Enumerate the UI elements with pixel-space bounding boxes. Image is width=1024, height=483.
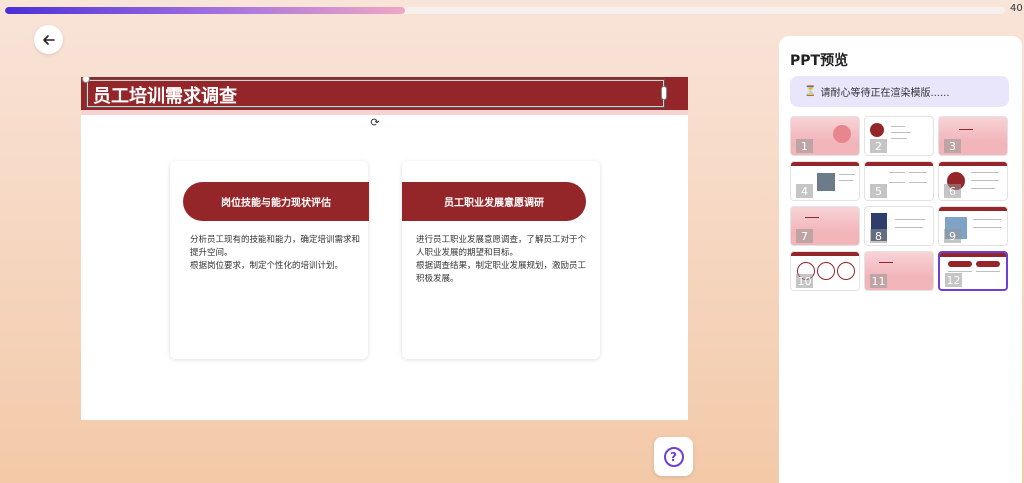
thumbnail-number: 1 bbox=[796, 139, 813, 153]
thumbnail-number: 9 bbox=[944, 229, 961, 243]
thumbnail-number: 8 bbox=[870, 229, 887, 243]
card-paragraph: 根据调查结果，制定职业发展规划，激励员工积极发展。 bbox=[416, 261, 587, 284]
question-icon: ? bbox=[663, 446, 684, 467]
slide-thumbnail[interactable]: 5 bbox=[864, 161, 934, 201]
slide-thumbnail[interactable]: 1 bbox=[790, 116, 860, 156]
progress-fill bbox=[5, 7, 405, 14]
slide-thumbnail-selected[interactable]: 12 bbox=[938, 251, 1008, 291]
hourglass-icon: ⏳ bbox=[804, 86, 817, 97]
card-body: 分析员工现有的技能和能力，确定培训需求和提升空间。 根据岗位要求，制定个性化的培… bbox=[190, 234, 365, 273]
card-body: 进行员工职业发展意愿调查，了解员工对于个人职业发展的期望和目标。 根据调查结果，… bbox=[416, 234, 592, 286]
slide-thumbnail[interactable]: 10 bbox=[790, 251, 860, 291]
slide-thumbnail[interactable]: 7 bbox=[790, 206, 860, 246]
slide-thumbnail[interactable]: 6 bbox=[938, 161, 1008, 201]
slide-thumbnail[interactable]: 3 bbox=[938, 116, 1008, 156]
arrow-left-icon bbox=[42, 34, 55, 45]
help-button[interactable]: ? bbox=[654, 437, 693, 476]
rotate-icon[interactable]: ⟳ bbox=[369, 117, 381, 129]
thumbnail-number: 11 bbox=[870, 274, 887, 288]
render-status-text: 请耐心等待正在渲染模版...... bbox=[820, 88, 950, 99]
thumbnail-number: 4 bbox=[796, 184, 813, 198]
slide-thumbnail[interactable]: 11 bbox=[864, 251, 934, 291]
panel-title: PPT预览 bbox=[790, 53, 849, 69]
thumbnail-number: 12 bbox=[945, 273, 962, 287]
resize-handle-right[interactable] bbox=[661, 86, 667, 100]
progress-bar bbox=[5, 7, 1005, 14]
thumbnail-number: 6 bbox=[944, 184, 961, 198]
card-paragraph: 进行员工职业发展意愿调查，了解员工对于个人职业发展的期望和目标。 bbox=[416, 235, 587, 258]
thumbnail-number: 2 bbox=[870, 139, 887, 153]
slide-title[interactable]: 员工培训需求调查 bbox=[93, 82, 237, 108]
thumbnail-number: 7 bbox=[796, 229, 813, 243]
ppt-preview-panel: PPT预览 ⏳ 请耐心等待正在渲染模版...... 1 2 3 4 5 6 7 … bbox=[779, 36, 1022, 483]
slide-thumbnail[interactable]: 8 bbox=[864, 206, 934, 246]
thumbnail-number: 5 bbox=[870, 184, 887, 198]
card-paragraph: 根据岗位要求，制定个性化的培训计划。 bbox=[190, 261, 344, 271]
slide-canvas[interactable]: 员工培训需求调查 ⟳ 岗位技能与能力现状评估 分析员工现有的技能和能力，确定培训… bbox=[81, 77, 688, 420]
content-card-1[interactable]: 岗位技能与能力现状评估 分析员工现有的技能和能力，确定培训需求和提升空间。 根据… bbox=[170, 161, 369, 359]
card-paragraph: 分析员工现有的技能和能力，确定培训需求和提升空间。 bbox=[190, 235, 361, 258]
card-heading: 员工职业发展意愿调研 bbox=[402, 182, 586, 221]
progress-label: 40 bbox=[1010, 3, 1023, 14]
slide-thumbnail[interactable]: 2 bbox=[864, 116, 934, 156]
slide-header-underline bbox=[81, 110, 688, 115]
render-status: ⏳ 请耐心等待正在渲染模版...... bbox=[790, 76, 1009, 107]
back-button[interactable] bbox=[34, 25, 63, 54]
content-card-2[interactable]: 员工职业发展意愿调研 进行员工职业发展意愿调查，了解员工对于个人职业发展的期望和… bbox=[402, 161, 600, 359]
slide-thumbnail[interactable]: 4 bbox=[790, 161, 860, 201]
slide-thumbnail[interactable]: 9 bbox=[938, 206, 1008, 246]
thumbnail-number: 3 bbox=[944, 139, 961, 153]
card-heading: 岗位技能与能力现状评估 bbox=[183, 182, 369, 221]
thumbnail-number: 10 bbox=[796, 274, 813, 288]
